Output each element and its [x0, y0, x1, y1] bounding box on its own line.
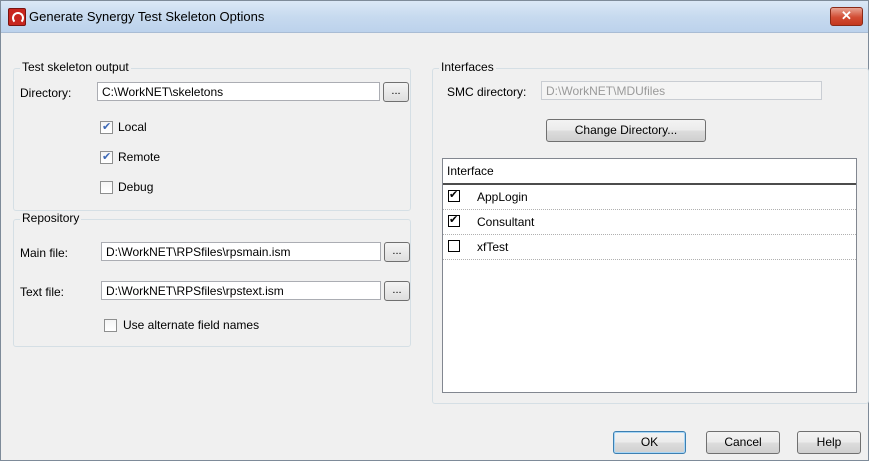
- main-file-browse-button[interactable]: ...: [384, 242, 410, 262]
- applogin-checkbox[interactable]: [448, 188, 460, 202]
- text-file-browse-button[interactable]: ...: [384, 281, 410, 301]
- close-icon: ✕: [841, 8, 852, 23]
- output-group-title: Test skeleton output: [20, 60, 131, 74]
- dialog-client-area: Test skeleton output Directory: C:\WorkN…: [9, 33, 869, 459]
- interface-list[interactable]: Interface AppLogin Consultant xfTest: [442, 158, 857, 393]
- directory-browse-button[interactable]: ...: [383, 82, 409, 102]
- consultant-label: Consultant: [477, 215, 535, 229]
- text-file-input[interactable]: D:\WorkNET\RPSfiles\rpstext.ism: [101, 281, 381, 300]
- applogin-label: AppLogin: [477, 190, 528, 204]
- dialog-window: Generate Synergy Test Skeleton Options ✕…: [0, 0, 869, 461]
- close-button[interactable]: ✕: [830, 7, 863, 26]
- repository-group-title: Repository: [20, 211, 82, 225]
- cancel-button[interactable]: Cancel: [706, 431, 780, 454]
- consultant-checkbox[interactable]: [448, 213, 460, 227]
- list-item-consultant[interactable]: Consultant: [443, 210, 856, 235]
- xftest-checkbox[interactable]: [448, 240, 460, 252]
- debug-checkbox[interactable]: [100, 181, 113, 194]
- local-checkbox[interactable]: [100, 120, 113, 134]
- debug-label[interactable]: Debug: [118, 180, 153, 194]
- title-bar[interactable]: Generate Synergy Test Skeleton Options ✕: [1, 1, 868, 33]
- interfaces-group-title: Interfaces: [439, 60, 496, 74]
- directory-input[interactable]: C:\WorkNET\skeletons: [97, 82, 380, 101]
- local-label[interactable]: Local: [118, 120, 147, 134]
- interfaces-group: Interfaces SMC directory: D:\WorkNET\MDU…: [432, 60, 869, 404]
- remote-label[interactable]: Remote: [118, 150, 160, 164]
- main-file-input[interactable]: D:\WorkNET\RPSfiles\rpsmain.ism: [101, 242, 381, 261]
- list-item-applogin[interactable]: AppLogin: [443, 185, 856, 210]
- alternate-names-checkbox[interactable]: [104, 319, 117, 332]
- directory-label-text: Directory:: [20, 86, 72, 100]
- remote-checkbox[interactable]: [100, 150, 113, 164]
- text-file-label: Text file:: [20, 285, 65, 299]
- help-button[interactable]: Help: [797, 431, 861, 454]
- directory-label: Directory:: [20, 86, 71, 100]
- ok-button[interactable]: OK: [613, 431, 686, 454]
- list-item-xftest[interactable]: xfTest: [443, 235, 856, 260]
- window-title: Generate Synergy Test Skeleton Options: [29, 9, 265, 24]
- smc-directory-input: D:\WorkNET\MDUfiles: [541, 81, 822, 100]
- xftest-label: xfTest: [477, 240, 509, 254]
- main-file-label: Main file:: [20, 246, 69, 260]
- smc-directory-label: SMC directory:: [447, 85, 527, 99]
- output-group: Test skeleton output Directory: C:\WorkN…: [13, 60, 411, 211]
- alternate-names-label[interactable]: Use alternate field names: [123, 318, 259, 332]
- change-directory-button[interactable]: Change Directory...: [546, 119, 706, 142]
- interface-column-label: Interface: [447, 164, 494, 178]
- interface-column-header[interactable]: Interface: [443, 159, 856, 185]
- app-logo-icon: [8, 8, 26, 26]
- repository-group: Repository Main file: D:\WorkNET\RPSfile…: [13, 211, 411, 347]
